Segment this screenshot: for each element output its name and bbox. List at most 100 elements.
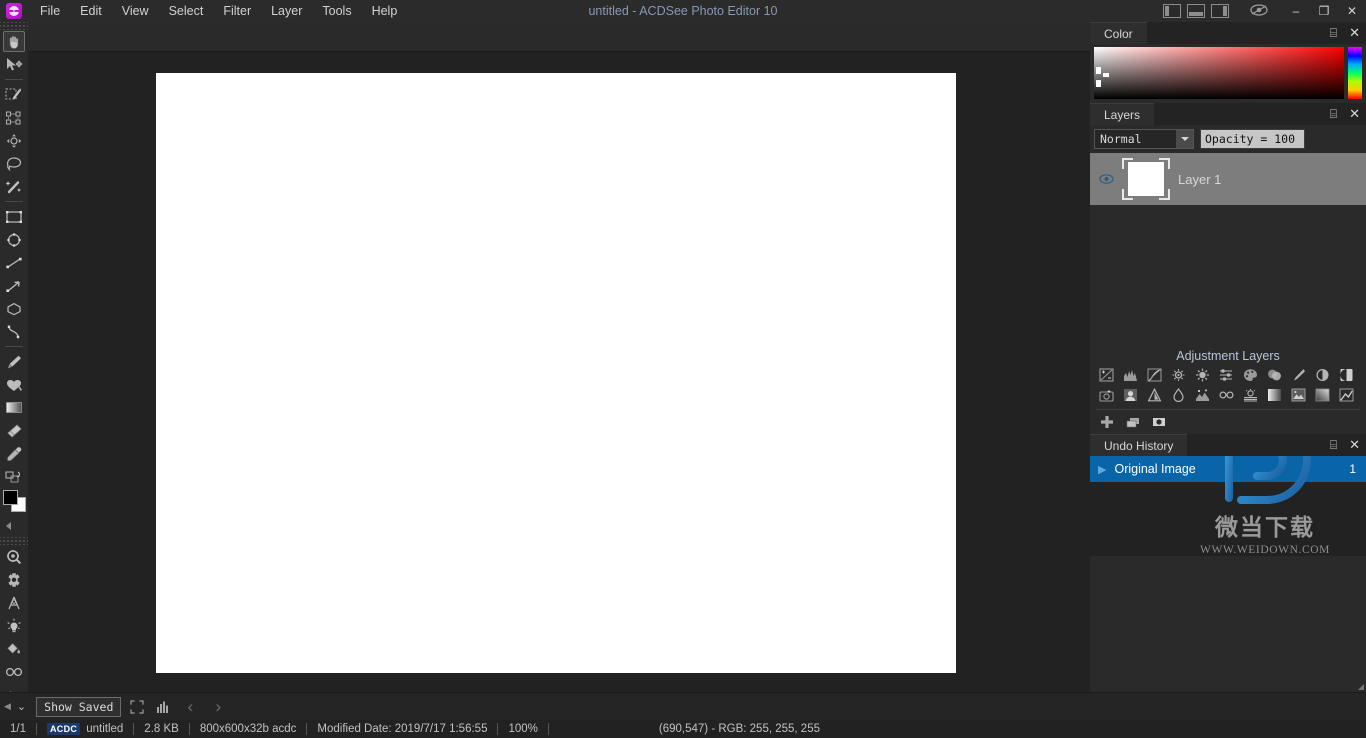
add-layer-icon[interactable] (1096, 413, 1118, 431)
hue-slider[interactable] (1348, 47, 1362, 99)
ellipse-select-tool[interactable] (0, 228, 28, 251)
toolbar-grip[interactable] (0, 22, 28, 30)
collapse-left-icon[interactable]: ◀ (4, 701, 11, 712)
sharpen-tool[interactable] (0, 568, 28, 591)
eyedropper-tool[interactable] (0, 442, 28, 465)
photo-effects-icon[interactable] (1096, 386, 1117, 405)
toggle-bottom-panel-icon[interactable] (1187, 4, 1205, 18)
toggle-right-panel-icon[interactable] (1211, 4, 1229, 18)
rectangle-select-tool[interactable] (0, 205, 28, 228)
sunset-icon[interactable] (1240, 386, 1261, 405)
show-saved-button[interactable]: Show Saved (36, 696, 122, 717)
close-icon[interactable]: ✕ (1349, 437, 1360, 453)
foreground-color-swatch[interactable] (3, 490, 18, 505)
blur-tool[interactable] (0, 545, 28, 568)
smart-erase-tool[interactable] (0, 106, 28, 129)
menu-item-select[interactable]: Select (159, 1, 214, 21)
duplicate-layer-icon[interactable] (1122, 413, 1144, 431)
move-tool[interactable] (0, 53, 28, 76)
menu-item-file[interactable]: File (30, 1, 70, 21)
preview-eye-icon[interactable] (1250, 3, 1268, 19)
tab-undo-history[interactable]: Undo History (1090, 434, 1188, 456)
invert-icon[interactable] (1336, 366, 1357, 385)
toolbar-grip-lower[interactable] (0, 537, 28, 545)
photo-frame-icon[interactable] (1288, 386, 1309, 405)
prev-image-button[interactable]: ‹ (179, 697, 201, 717)
lasso-tool[interactable] (0, 152, 28, 175)
toolbar-collapse-arrow[interactable] (0, 514, 28, 537)
resize-grip-icon[interactable] (1358, 684, 1364, 690)
image-canvas[interactable] (156, 73, 956, 673)
curve-tool[interactable] (0, 320, 28, 343)
pin-icon[interactable]: ⌸ (1330, 438, 1337, 453)
split-tone-icon[interactable] (1312, 386, 1333, 405)
menu-item-tools[interactable]: Tools (312, 1, 361, 21)
blend-mode-select[interactable]: Normal (1094, 129, 1194, 149)
noise-icon[interactable] (1192, 386, 1213, 405)
menu-item-view[interactable]: View (112, 1, 159, 21)
menu-item-filter[interactable]: Filter (213, 1, 261, 21)
red-eye-tool[interactable] (0, 660, 28, 683)
exposure-icon[interactable] (1096, 366, 1117, 385)
chevron-down-icon[interactable] (1176, 130, 1193, 148)
heal-brush-tool[interactable] (0, 373, 28, 396)
pixel-targeting-tool[interactable] (0, 129, 28, 152)
portrait-icon[interactable] (1120, 386, 1141, 405)
brush-tool[interactable] (0, 350, 28, 373)
restore-button[interactable]: ❐ (1310, 0, 1338, 22)
menu-item-edit[interactable]: Edit (70, 1, 112, 21)
contrast-icon[interactable] (1312, 366, 1333, 385)
hand-tool[interactable] (0, 30, 28, 53)
next-image-button[interactable]: › (207, 697, 229, 717)
vignette-icon[interactable] (1336, 386, 1357, 405)
undo-history-panel-controls: ⌸ ✕ (1330, 434, 1360, 456)
toggle-left-panel-icon[interactable] (1163, 4, 1181, 18)
polygon-tool[interactable] (0, 297, 28, 320)
menu-item-layer[interactable]: Layer (261, 1, 312, 21)
layer-row[interactable]: Layer 1 (1090, 153, 1366, 205)
close-button[interactable]: ✕ (1338, 0, 1366, 22)
histogram-icon[interactable] (153, 697, 173, 717)
swap-colors-tool[interactable] (0, 465, 28, 488)
magic-select-tool[interactable] (0, 83, 28, 106)
color-overlay-icon[interactable] (1264, 366, 1285, 385)
dodge-tool[interactable] (0, 614, 28, 637)
tab-layers[interactable]: Layers (1090, 103, 1155, 125)
tab-color[interactable]: Color (1090, 22, 1147, 44)
close-icon[interactable]: ✕ (1349, 25, 1360, 41)
blur-magnifier-icon (5, 549, 23, 565)
gradient-fill-icon[interactable] (1264, 386, 1285, 405)
grain-icon[interactable] (1144, 386, 1165, 405)
brightness-icon[interactable] (1192, 366, 1213, 385)
paint-bucket-tool[interactable] (0, 637, 28, 660)
gradient-tool[interactable] (0, 396, 28, 419)
layer-name[interactable]: Layer 1 (1178, 172, 1221, 187)
mask-layer-icon[interactable] (1148, 413, 1170, 431)
pin-icon[interactable]: ⌸ (1330, 26, 1337, 41)
arrow-tool[interactable] (0, 274, 28, 297)
magic-wand-tool[interactable] (0, 175, 28, 198)
curves-icon[interactable] (1144, 366, 1165, 385)
expand-down-icon[interactable]: ⌄ (17, 700, 26, 713)
text-tool[interactable] (0, 591, 28, 614)
levels-icon[interactable] (1120, 366, 1141, 385)
light-eq-icon[interactable] (1168, 366, 1189, 385)
menu-item-help[interactable]: Help (362, 1, 408, 21)
undo-history-item[interactable]: ▶ Original Image 1 (1090, 456, 1366, 482)
saturation-value-field[interactable] (1094, 47, 1344, 99)
minimize-button[interactable]: – (1282, 0, 1310, 22)
color-balance-icon[interactable] (1240, 366, 1261, 385)
layer-thumbnail[interactable] (1122, 158, 1170, 200)
eraser-tool[interactable] (0, 419, 28, 442)
eye-icon[interactable] (1098, 172, 1114, 187)
line-tool[interactable] (0, 251, 28, 274)
tone-curves-icon[interactable] (1216, 366, 1237, 385)
water-drop-icon[interactable] (1168, 386, 1189, 405)
red-eye-icon[interactable] (1216, 386, 1237, 405)
fullscreen-icon[interactable] (127, 697, 147, 717)
dodge-burn-icon[interactable] (1288, 366, 1309, 385)
opacity-field[interactable]: Opacity = 100 (1200, 129, 1305, 149)
pin-icon[interactable]: ⌸ (1330, 107, 1337, 122)
foreground-background-color-swatches[interactable] (0, 488, 28, 514)
close-icon[interactable]: ✕ (1349, 106, 1360, 122)
